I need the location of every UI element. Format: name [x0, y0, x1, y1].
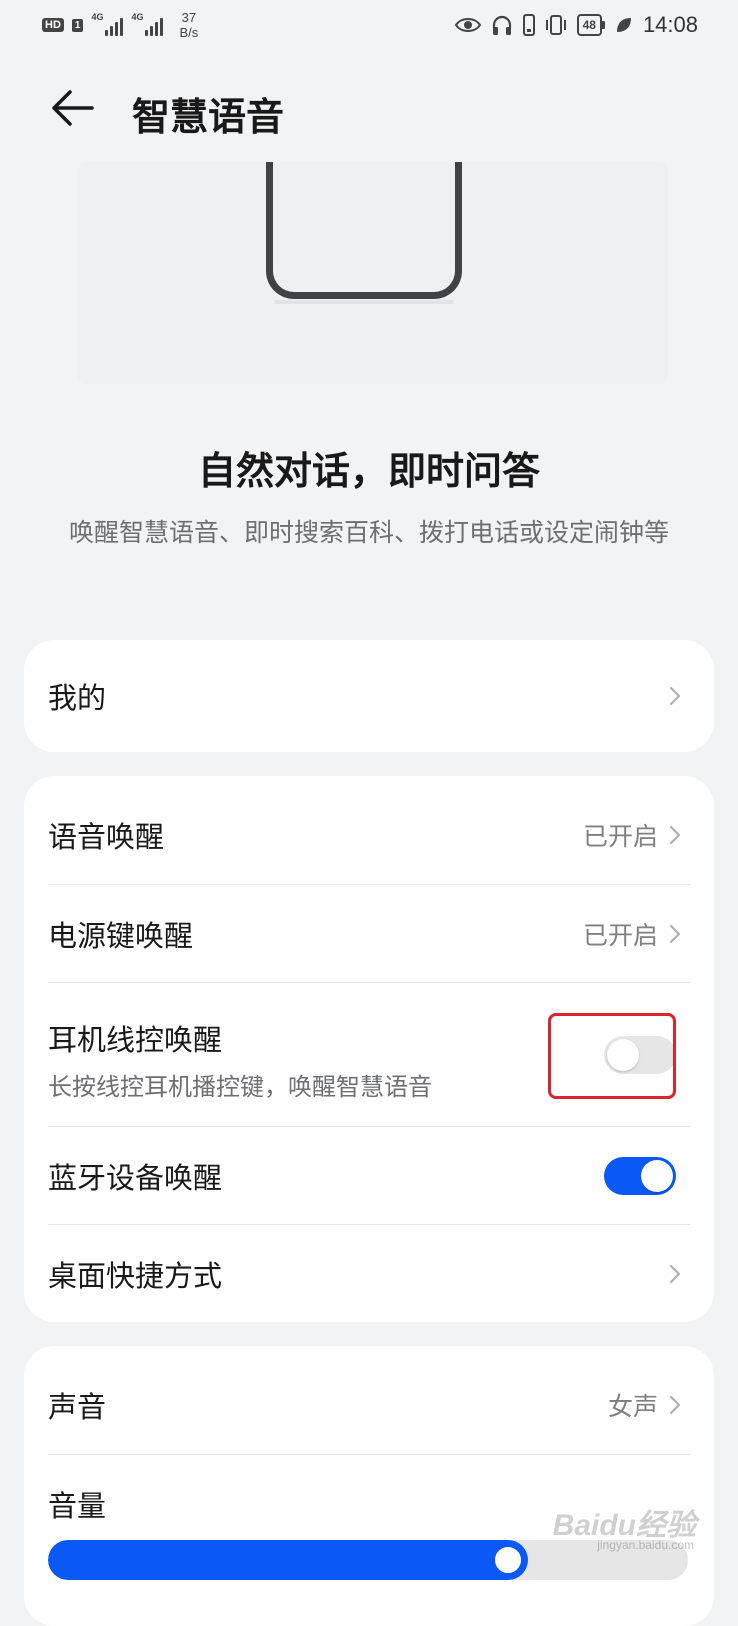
status-right: 48 14:08	[454, 12, 698, 38]
hero-headline: 自然对话，即时问答	[197, 449, 540, 493]
hero-subtitle: 唤醒智慧语音、即时搜索百科、拨打电话或设定闹钟等	[68, 518, 669, 547]
status-bar: HD 1 4G 4G 37 B/s 48 14:08	[0, 0, 738, 52]
battery-icon: 48	[576, 14, 605, 36]
bluetooth-wake-label: 蓝牙设备唤醒	[48, 1160, 223, 1195]
row-mine-label: 我的	[48, 681, 107, 715]
network-type-2: 4G	[131, 12, 144, 22]
card-sound: 声音 女声 音量	[24, 1346, 714, 1626]
network-speed-unit: B/s	[179, 25, 199, 40]
wired-wake-description: 长按线控耳机播控键，唤醒智慧语音	[48, 1073, 432, 1101]
back-button[interactable]	[44, 84, 100, 132]
row-voice-wake[interactable]: 语音唤醒 已开启	[48, 786, 690, 884]
toggle-knob	[607, 1039, 639, 1071]
network-speed: 37 B/s	[179, 10, 198, 40]
voice-label: 声音	[48, 1390, 107, 1424]
row-wired-headset-wake: 耳机线控唤醒 长按线控耳机播控键，唤醒智慧语音	[48, 982, 690, 1126]
bluetooth-wake-toggle[interactable]	[604, 1156, 676, 1195]
volume-slider[interactable]	[48, 1540, 688, 1580]
power-wake-label: 电源键唤醒	[48, 918, 194, 953]
chevron-right-icon	[669, 1264, 681, 1283]
volume-label: 音量	[48, 1488, 107, 1523]
card-wakeup: 语音唤醒 已开启 电源键唤醒 已开启 耳机线控唤醒 长按线控耳机播控键，唤醒智慧…	[24, 776, 714, 1322]
network-type-1: 4G	[91, 12, 104, 22]
volume-slider-fill	[48, 1540, 528, 1580]
phone-vibrate-icon	[522, 14, 535, 36]
chevron-right-icon	[669, 686, 681, 706]
row-desktop-shortcut[interactable]: 桌面快捷方式	[48, 1224, 690, 1322]
signal-icon-2: 4G	[131, 12, 164, 36]
power-wake-value: 已开启	[582, 920, 658, 950]
voice-wake-value: 已开启	[582, 822, 658, 851]
leaf-icon	[616, 18, 631, 32]
page-title: 智慧语音	[132, 95, 285, 139]
wired-wake-label: 耳机线控唤醒	[48, 1023, 223, 1057]
status-left: HD 1 4G 4G 37 B/s	[42, 10, 198, 40]
row-power-wake[interactable]: 电源键唤醒 已开启	[48, 884, 690, 982]
wired-wake-toggle[interactable]	[604, 1036, 676, 1074]
row-mine[interactable]: 我的	[48, 640, 690, 752]
headset-icon	[492, 15, 511, 35]
app-header: 智慧语音	[0, 64, 738, 154]
sim-number: 1	[71, 18, 84, 32]
vibrate-icon	[545, 15, 566, 35]
row-bluetooth-wake: 蓝牙设备唤醒	[48, 1126, 690, 1224]
chevron-right-icon	[669, 1395, 681, 1415]
voice-wake-label: 语音唤醒	[48, 820, 165, 854]
battery-level: 48	[576, 14, 602, 36]
hero-illustration	[78, 162, 668, 384]
clock: 14:08	[642, 12, 698, 37]
signal-icon-1: 4G	[91, 12, 124, 36]
network-speed-value: 37	[181, 10, 197, 25]
volume-slider-thumb[interactable]	[493, 1545, 523, 1575]
voice-value: 女声	[607, 1392, 658, 1421]
phone-illustration	[266, 162, 462, 299]
card-mine: 我的	[24, 640, 714, 752]
watermark-url: jingyan.baidu.com	[597, 1538, 694, 1552]
desktop-shortcut-label: 桌面快捷方式	[48, 1258, 223, 1293]
hd-badge: HD	[42, 18, 64, 32]
eye-comfort-icon	[454, 18, 481, 32]
toggle-knob	[641, 1159, 673, 1192]
chevron-right-icon	[669, 825, 681, 845]
back-arrow-icon	[52, 90, 94, 126]
chevron-right-icon	[669, 924, 681, 943]
row-voice[interactable]: 声音 女声	[48, 1356, 690, 1454]
